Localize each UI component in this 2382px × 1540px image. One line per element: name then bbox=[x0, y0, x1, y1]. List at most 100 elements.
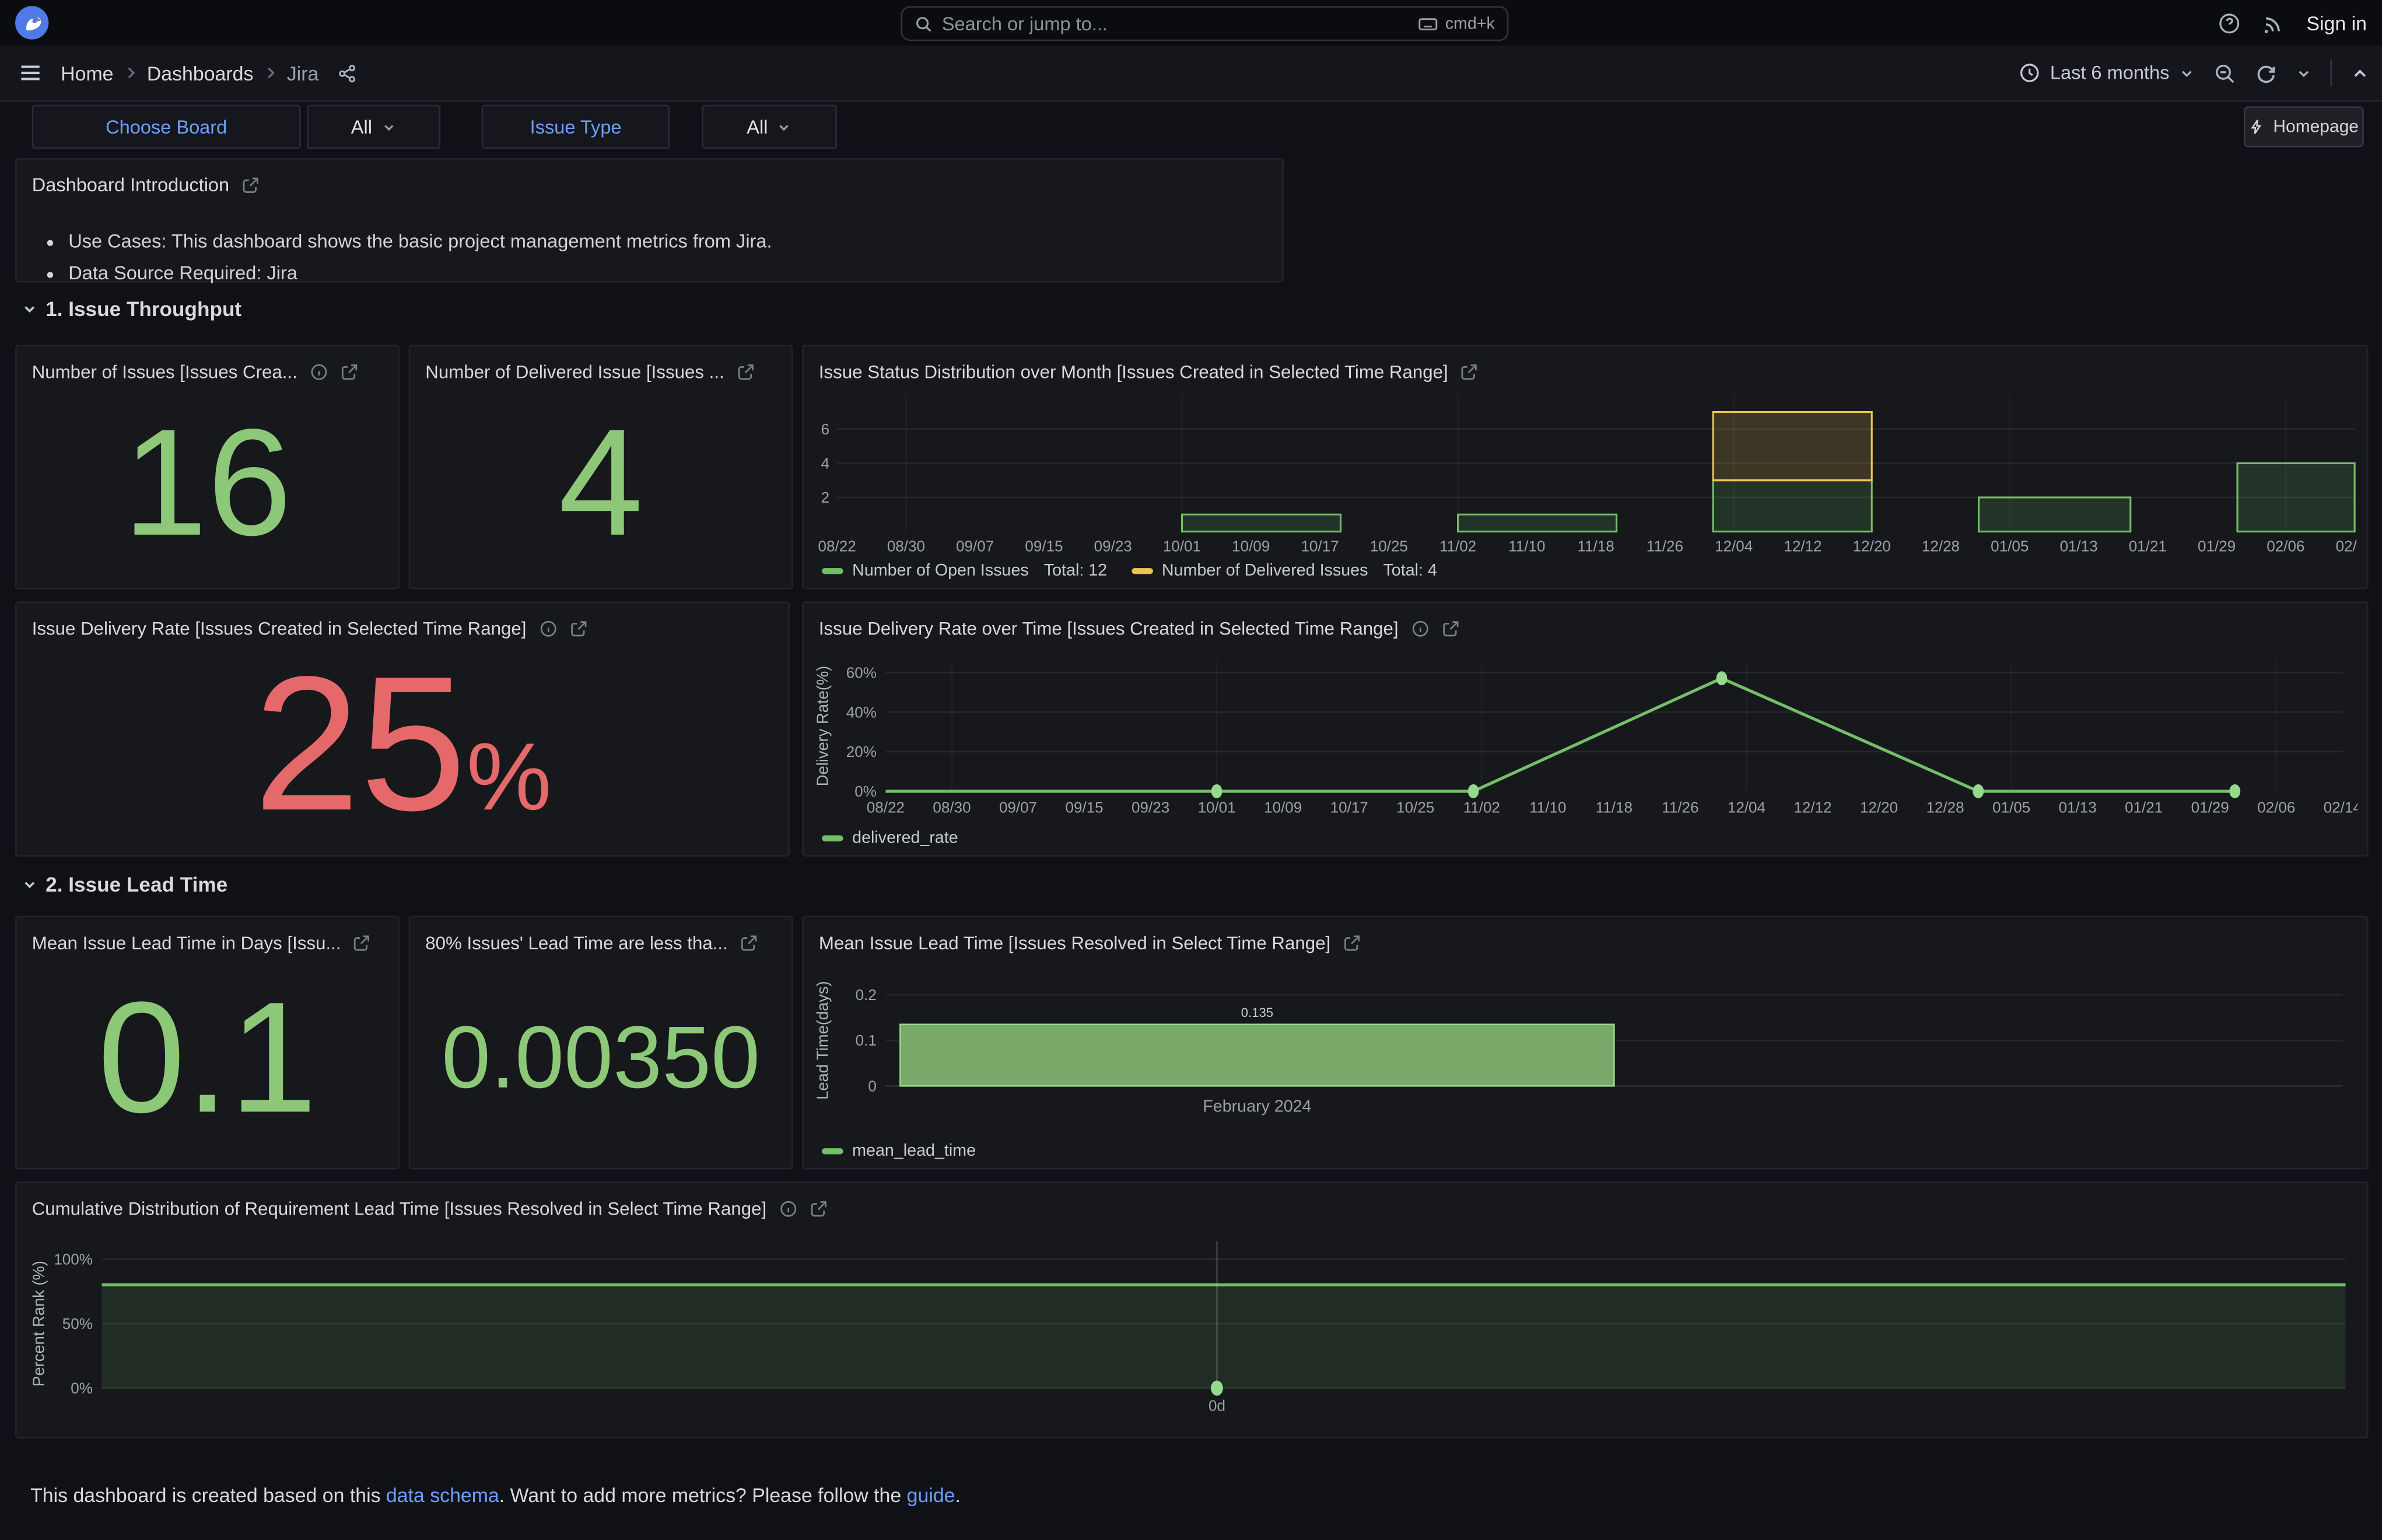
external-link-icon[interactable] bbox=[241, 176, 260, 194]
svg-text:12/28: 12/28 bbox=[1926, 798, 1964, 816]
choose-board-button[interactable]: Choose Board bbox=[32, 105, 301, 149]
menu-icon[interactable] bbox=[18, 61, 43, 85]
chevron-down-icon bbox=[21, 876, 38, 893]
panel-delivery-rate-over-time: Issue Delivery Rate over Time [Issues Cr… bbox=[802, 601, 2368, 857]
svg-text:11/26: 11/26 bbox=[1662, 798, 1698, 816]
svg-text:09/23: 09/23 bbox=[1094, 537, 1132, 555]
time-range-picker[interactable]: Last 6 months bbox=[2020, 62, 2195, 83]
panel-number-of-issues: Number of Issues [Issues Crea... 16 bbox=[15, 345, 400, 589]
chart-svg: 0%20%40%60%08/2208/3009/0709/1509/2310/0… bbox=[812, 648, 2358, 825]
svg-text:6: 6 bbox=[821, 420, 829, 438]
svg-text:01/13: 01/13 bbox=[2059, 537, 2097, 555]
legend-swatch-icon bbox=[822, 836, 843, 841]
share-icon[interactable] bbox=[337, 63, 357, 83]
stat-lead-time-80: 0.00350 bbox=[410, 948, 791, 1168]
svg-text:10/01: 10/01 bbox=[1163, 537, 1201, 555]
panel-title[interactable]: Issue Status Distribution over Month [Is… bbox=[819, 362, 1448, 383]
refresh-icon[interactable] bbox=[2254, 61, 2277, 84]
legend-item[interactable]: Number of Delivered IssuesTotal: 4 bbox=[1132, 562, 1437, 580]
board-select[interactable]: All bbox=[307, 105, 440, 149]
sign-in-button[interactable]: Sign in bbox=[2306, 12, 2367, 34]
svg-text:09/15: 09/15 bbox=[1025, 537, 1063, 555]
panel-title[interactable]: Issue Delivery Rate over Time [Issues Cr… bbox=[819, 618, 1399, 639]
breadcrumb: Home Dashboards Jira bbox=[61, 61, 356, 84]
legend-swatch-icon bbox=[1132, 568, 1153, 574]
grafana-logo-icon[interactable] bbox=[15, 6, 48, 39]
section-issue-lead-time[interactable]: 2. Issue Lead Time bbox=[21, 874, 227, 896]
legend-total: Total: 12 bbox=[1044, 562, 1107, 580]
svg-text:09/07: 09/07 bbox=[956, 537, 994, 555]
svg-text:0d: 0d bbox=[1208, 1397, 1225, 1415]
intro-bullet: Data Source Required: Jira bbox=[68, 263, 1264, 284]
svg-text:08/22: 08/22 bbox=[818, 537, 856, 555]
stat-issues-created: 16 bbox=[17, 377, 398, 588]
svg-text:12/28: 12/28 bbox=[1922, 537, 1960, 555]
svg-text:12/12: 12/12 bbox=[1784, 537, 1821, 555]
svg-text:0%: 0% bbox=[854, 783, 877, 800]
stat-delivery-rate: 25% bbox=[17, 633, 789, 855]
svg-text:10/09: 10/09 bbox=[1264, 798, 1302, 816]
info-icon[interactable] bbox=[1410, 620, 1428, 638]
collapse-chevron-up-icon[interactable] bbox=[2350, 63, 2370, 83]
panel-title[interactable]: Dashboard Introduction bbox=[32, 175, 229, 196]
issue-type-button[interactable]: Issue Type bbox=[482, 105, 670, 149]
external-link-icon[interactable] bbox=[1441, 620, 1459, 638]
external-link-icon[interactable] bbox=[809, 1200, 827, 1218]
svg-text:08/30: 08/30 bbox=[887, 537, 925, 555]
chart-svg: 0%50%100%Percent Rank (%)0d bbox=[26, 1226, 2358, 1431]
legend-item[interactable]: delivered_rate bbox=[822, 829, 958, 847]
svg-text:11/18: 11/18 bbox=[1596, 798, 1633, 816]
svg-text:100%: 100% bbox=[54, 1250, 93, 1268]
breadcrumb-dashboards[interactable]: Dashboards bbox=[147, 61, 254, 84]
svg-text:0.135: 0.135 bbox=[1241, 1005, 1273, 1020]
svg-text:60%: 60% bbox=[846, 664, 877, 681]
svg-text:12/20: 12/20 bbox=[1860, 798, 1898, 816]
clock-icon bbox=[2020, 62, 2041, 83]
panel-title[interactable]: Mean Issue Lead Time [Issues Resolved in… bbox=[819, 932, 1330, 953]
svg-text:01/05: 01/05 bbox=[1992, 798, 2030, 816]
nav-bar: Home Dashboards Jira Last 6 months bbox=[0, 45, 2382, 101]
search-input[interactable]: Search or jump to... cmd+k bbox=[901, 6, 1509, 41]
panel-mean-lead-time-chart: Mean Issue Lead Time [Issues Resolved in… bbox=[802, 916, 2368, 1170]
chart-svg: 00.10.2Lead Time(days)0.135February 2024 bbox=[812, 963, 2358, 1141]
chart-legend: delivered_rate bbox=[822, 829, 958, 847]
chart-svg: 24608/2208/3009/0709/1509/2310/0110/0910… bbox=[812, 386, 2358, 557]
data-schema-link[interactable]: data schema bbox=[386, 1484, 499, 1507]
guide-link[interactable]: guide bbox=[907, 1484, 955, 1507]
panel-title[interactable]: Cumulative Distribution of Requirement L… bbox=[32, 1198, 766, 1219]
cumulative-distribution-plot[interactable]: 0%50%100%Percent Rank (%)0d bbox=[26, 1226, 2358, 1431]
homepage-button[interactable]: Homepage bbox=[2244, 106, 2364, 147]
chevron-down-icon bbox=[777, 119, 792, 134]
chevron-down-icon bbox=[21, 301, 38, 318]
refresh-interval-chevron-icon[interactable] bbox=[2296, 65, 2313, 82]
intro-bullet: Use Cases: This dashboard shows the basi… bbox=[68, 231, 1264, 252]
shortcut-hint: cmd+k bbox=[1418, 15, 1495, 33]
svg-text:0: 0 bbox=[868, 1077, 876, 1095]
status-distribution-plot[interactable]: 24608/2208/3009/0709/1509/2310/0110/0910… bbox=[812, 386, 2358, 557]
search-placeholder: Search or jump to... bbox=[942, 13, 1409, 34]
panel-issue-status-distribution: Issue Status Distribution over Month [Is… bbox=[802, 345, 2368, 589]
external-link-icon[interactable] bbox=[1343, 934, 1361, 952]
svg-text:40%: 40% bbox=[846, 703, 877, 721]
zoom-out-icon[interactable] bbox=[2213, 61, 2236, 84]
delivery-rate-plot[interactable]: 0%20%40%60%08/2208/3009/0709/1509/2310/0… bbox=[812, 648, 2358, 825]
svg-text:Lead Time(days): Lead Time(days) bbox=[814, 981, 832, 1100]
footer-note: This dashboard is created based on this … bbox=[30, 1484, 961, 1507]
mean-lead-time-plot[interactable]: 00.10.2Lead Time(days)0.135February 2024 bbox=[812, 963, 2358, 1141]
stat-issues-delivered: 4 bbox=[410, 377, 791, 588]
svg-text:09/23: 09/23 bbox=[1132, 798, 1169, 816]
section-issue-throughput[interactable]: 1. Issue Throughput bbox=[21, 297, 241, 320]
external-link-icon[interactable] bbox=[1460, 363, 1479, 381]
help-icon[interactable] bbox=[2218, 12, 2241, 34]
breadcrumb-home[interactable]: Home bbox=[61, 61, 113, 84]
legend-item[interactable]: Number of Open IssuesTotal: 12 bbox=[822, 562, 1107, 580]
chevron-right-icon bbox=[262, 65, 278, 80]
issue-type-select[interactable]: All bbox=[702, 105, 837, 149]
info-icon[interactable] bbox=[779, 1200, 797, 1218]
breadcrumb-jira[interactable]: Jira bbox=[287, 61, 319, 84]
news-rss-icon[interactable] bbox=[2262, 12, 2285, 34]
svg-text:10/01: 10/01 bbox=[1198, 798, 1236, 816]
svg-text:11/02: 11/02 bbox=[1439, 537, 1476, 555]
legend-item[interactable]: mean_lead_time bbox=[822, 1142, 976, 1160]
intro-text: Use Cases: This dashboard shows the basi… bbox=[17, 201, 1283, 284]
